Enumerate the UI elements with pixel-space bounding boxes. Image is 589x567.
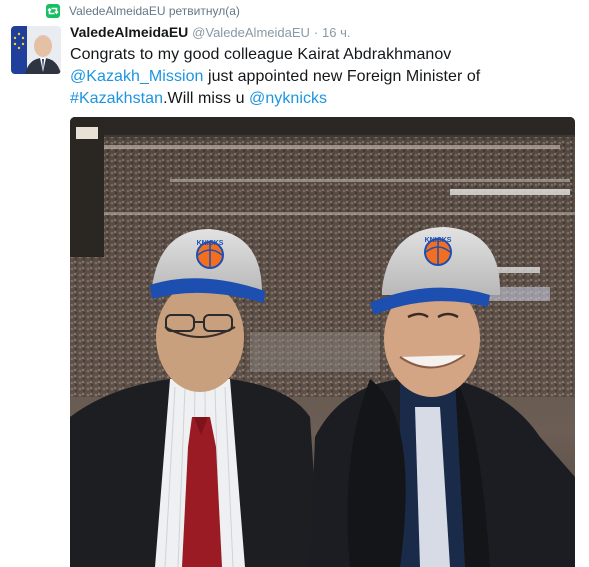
meta-separator: · <box>313 25 319 40</box>
tweet-text-line3: .Will miss u <box>163 90 250 107</box>
arena-photo: KNICKS KNICKS <box>70 117 575 567</box>
retweet-icon <box>46 4 60 18</box>
user-handle[interactable]: @ValedeAlmeidaEU <box>192 25 310 40</box>
avatar[interactable] <box>11 26 61 74</box>
tweet-text-line2: just appointed new Foreign Minister of <box>203 68 481 85</box>
retweet-action: ретвитнул(а) <box>168 4 240 18</box>
cap-logo-text-2: KNICKS <box>425 237 452 244</box>
mention-kazakh-mission[interactable]: @Kazakh_Mission <box>70 68 204 85</box>
tweet-text-line1: Congrats to my good colleague Kairat Abd… <box>70 46 452 63</box>
tweet-photo[interactable]: KNICKS KNICKS <box>70 117 575 567</box>
display-name[interactable]: ValedeAlmeidaEU <box>70 24 188 40</box>
cap-logo-text: KNICKS <box>197 240 224 247</box>
mention-nyknicks[interactable]: @nyknicks <box>249 90 327 107</box>
hashtag-kazakhstan[interactable]: #Kazakhstan <box>70 90 163 107</box>
retweeter-name[interactable]: ValedeAlmeidaEU <box>69 4 166 18</box>
retweet-label[interactable]: ValedeAlmeidaEU ретвитнул(а) <box>69 4 240 18</box>
tweet-text: Congrats to my good colleague Kairat Abd… <box>70 44 580 110</box>
timestamp[interactable]: 16 ч. <box>322 25 350 40</box>
retweet-context: ValedeAlmeidaEU ретвитнул(а) <box>46 2 240 20</box>
tweet-header: ValedeAlmeidaEU @ValedeAlmeidaEU · 16 ч. <box>70 23 351 42</box>
